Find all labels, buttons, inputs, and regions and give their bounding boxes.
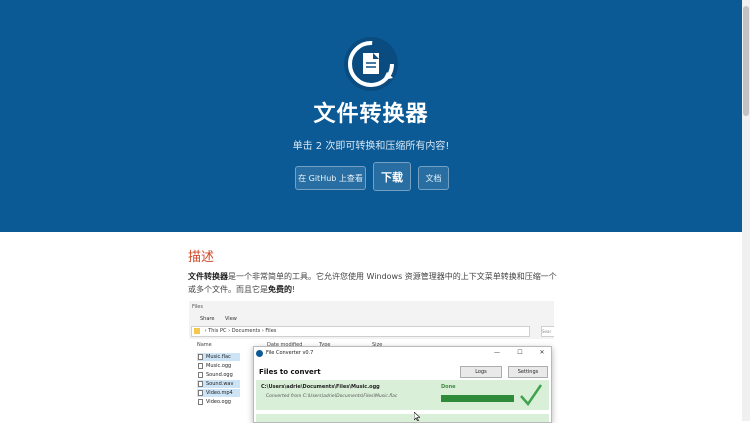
free-label: 免费的 — [268, 284, 292, 294]
docs-button[interactable]: 文档 — [418, 166, 449, 190]
logs-button: Logs — [460, 366, 502, 378]
page-title: 文件转换器 — [313, 102, 429, 127]
status-label: Done — [441, 384, 456, 390]
conversion-row — [256, 414, 549, 422]
hero-banner: 文件转换器 单击 2 次即可转换和压缩所有内容! 在 GitHub 上查看 下载… — [0, 0, 742, 232]
output-path: C:\Users\adrie\Documents\Files\Music.ogg — [261, 384, 380, 390]
file-item: Sound.ogg — [197, 371, 240, 379]
app-name: 文件转换器 — [188, 272, 228, 281]
mouse-cursor-icon — [414, 412, 420, 421]
address-bar: › This PC › Documents › Files — [191, 326, 530, 337]
converted-from: Converted from C:\Users\adrie\Documents\… — [266, 394, 398, 399]
file-item: Video.ogg — [197, 398, 240, 406]
view-on-github-button[interactable]: 在 GitHub 上查看 — [295, 166, 366, 190]
explorer-title: Files — [192, 304, 203, 310]
file-item: Music.flac — [197, 353, 240, 361]
progress-bar — [441, 395, 514, 402]
file-item: Sound.wav — [197, 380, 240, 388]
column-name: Name — [197, 342, 212, 348]
folder-icon — [194, 327, 200, 334]
settings-button: Settings — [508, 366, 548, 378]
address-thispc: This PC — [208, 328, 227, 334]
description-text: 文件转换器是一个非常简单的工具。它允许您使用 Windows 资源管理器中的上下… — [188, 271, 558, 296]
scrollbar-thumb[interactable] — [743, 6, 749, 116]
checkmark-icon — [520, 384, 543, 407]
explorer-menu-view: View — [225, 316, 237, 322]
file-item: Music.ogg — [197, 362, 240, 370]
explorer-search-input: Sear — [541, 326, 554, 337]
address-files: Files — [265, 328, 277, 334]
app-icon — [256, 350, 263, 357]
file-converter-window: File Converter v0.7 — ☐ ✕ Files to conve… — [253, 346, 552, 423]
conversion-row: C:\Users\adrie\Documents\Files\Music.ogg… — [256, 380, 549, 410]
description-heading: 描述 — [188, 250, 215, 265]
window-title: File Converter v0.7 — [266, 350, 314, 356]
address-documents: Documents — [231, 328, 261, 334]
file-item: Video.mp4 — [197, 389, 240, 397]
minimize-icon: — — [494, 349, 500, 356]
close-icon: ✕ — [539, 349, 545, 356]
files-to-convert-heading: Files to convert — [259, 368, 321, 376]
download-button[interactable]: 下载 — [373, 162, 411, 191]
explorer-menu-share: Share — [200, 316, 215, 322]
maximize-icon: ☐ — [517, 349, 523, 356]
description-body: 是一个非常简单的工具。它允许您使用 Windows 资源管理器中的上下文菜单转换… — [188, 272, 557, 294]
hero-subtitle: 单击 2 次即可转换和压缩所有内容! — [292, 141, 450, 152]
file-converter-logo-icon — [344, 37, 398, 91]
description-end: ! — [292, 284, 296, 294]
window-titlebar: File Converter v0.7 — ☐ ✕ — [254, 347, 551, 361]
